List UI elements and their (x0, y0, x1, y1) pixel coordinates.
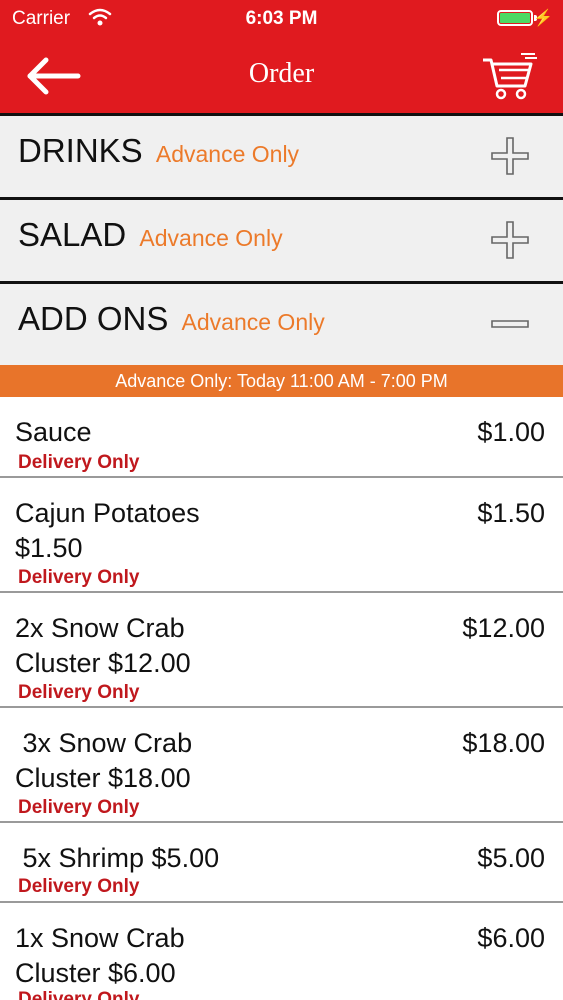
item-name: 3x Snow Crab Cluster $18.00 (15, 728, 193, 793)
plus-icon[interactable] (490, 220, 530, 260)
nav-bar: Order (0, 40, 563, 113)
list-item[interactable]: Sauce $1.00 Delivery Only (0, 397, 563, 476)
category-salad[interactable]: SALAD Advance Only (0, 200, 563, 281)
clock: 6:03 PM (245, 8, 318, 29)
item-price: $1.50 (477, 498, 545, 528)
item-name: 5x Shrimp $5.00 (15, 843, 220, 873)
list-item[interactable]: 5x Shrimp $5.00 $5.00 Delivery Only (0, 823, 563, 901)
cart-icon (483, 53, 537, 100)
category-name: SALAD (18, 216, 127, 253)
category-add-ons[interactable]: ADD ONS Advance Only (0, 284, 563, 365)
item-delivery-note: Delivery Only (18, 452, 140, 473)
item-delivery-note: Delivery Only (18, 876, 140, 897)
cart-button[interactable] (481, 50, 539, 100)
list-item[interactable]: 2x Snow Crab Cluster $12.00 $12.00 Deliv… (0, 593, 563, 706)
item-price: $18.00 (462, 728, 545, 758)
plus-icon[interactable] (490, 136, 530, 176)
category-title: DRINKS Advance Only (18, 132, 299, 170)
category-tag: Advance Only (181, 309, 325, 335)
category-drinks[interactable]: DRINKS Advance Only (0, 116, 563, 197)
item-delivery-note: Delivery Only (18, 797, 140, 818)
item-delivery-note: Delivery Only (18, 567, 140, 588)
item-price: $6.00 (477, 923, 545, 953)
status-bar: Carrier 6:03 PM ⚡ (0, 0, 563, 40)
item-delivery-note: Delivery Only (18, 989, 140, 1000)
item-price: $1.00 (477, 417, 545, 447)
battery-icon (497, 10, 533, 26)
item-name: Sauce (15, 417, 92, 447)
category-tag: Advance Only (139, 225, 283, 251)
list-item[interactable]: 3x Snow Crab Cluster $18.00 $18.00 Deliv… (0, 708, 563, 821)
item-name: 2x Snow Crab Cluster $12.00 (15, 613, 191, 678)
minus-icon[interactable] (490, 304, 530, 344)
item-name: Cajun Potatoes $1.50 (15, 498, 200, 563)
availability-banner: Advance Only: Today 11:00 AM - 7:00 PM (0, 365, 563, 397)
page-title: Order (248, 58, 315, 89)
item-price: $5.00 (477, 843, 545, 873)
bolt-icon: ⚡ (533, 10, 553, 27)
list-item[interactable]: 1x Snow Crab Cluster $6.00 $6.00 Deliver… (0, 903, 563, 1000)
item-price: $12.00 (462, 613, 545, 643)
item-delivery-note: Delivery Only (18, 682, 140, 703)
category-name: ADD ONS (18, 300, 169, 337)
category-tag: Advance Only (155, 141, 300, 167)
list-item[interactable]: Cajun Potatoes $1.50 $1.50 Delivery Only (0, 478, 563, 591)
category-name: DRINKS (18, 132, 143, 169)
category-title: SALAD Advance Only (18, 216, 283, 254)
item-name: 1x Snow Crab Cluster $6.00 (15, 923, 185, 988)
category-title: ADD ONS Advance Only (18, 300, 325, 338)
